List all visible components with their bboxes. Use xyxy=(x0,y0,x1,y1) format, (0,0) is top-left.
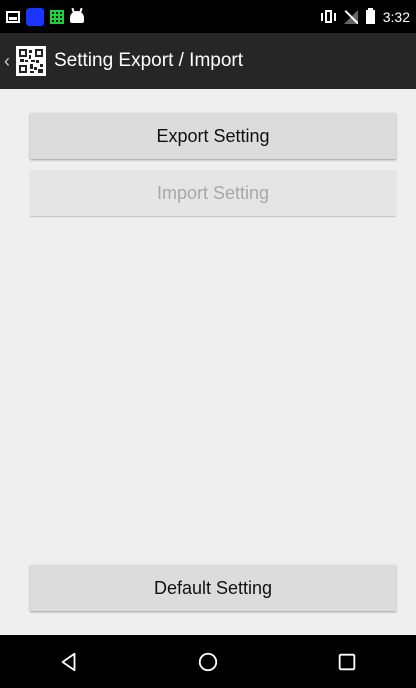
vibrate-icon xyxy=(320,10,336,23)
back-icon[interactable] xyxy=(49,642,89,682)
page-title: Setting Export / Import xyxy=(54,50,244,71)
import-setting-button: Import Setting xyxy=(30,170,396,216)
status-notifications xyxy=(0,7,84,26)
no-signal-icon xyxy=(343,9,358,24)
qr-code-icon[interactable] xyxy=(16,46,46,76)
gallery-icon xyxy=(6,10,20,23)
navigation-bar xyxy=(0,635,416,688)
default-setting-button[interactable]: Default Setting xyxy=(30,565,396,611)
settings-panel: Export Setting Import Setting Default Se… xyxy=(0,89,416,635)
recents-icon[interactable] xyxy=(327,642,367,682)
android-icon xyxy=(70,10,84,23)
blue-app-icon xyxy=(26,7,44,26)
green-app-icon xyxy=(50,9,64,24)
status-time: 3:32 xyxy=(382,8,410,25)
up-chevron-icon[interactable]: ‹ xyxy=(4,51,14,72)
home-icon[interactable] xyxy=(188,642,228,682)
qr-code-glyph xyxy=(18,48,44,74)
battery-icon xyxy=(365,7,375,24)
action-bar: ‹ Setting Export / Import xyxy=(0,33,416,89)
export-setting-button[interactable]: Export Setting xyxy=(30,113,396,159)
status-bar: 3:32 xyxy=(0,0,416,33)
status-system: 3:32 xyxy=(320,7,416,25)
